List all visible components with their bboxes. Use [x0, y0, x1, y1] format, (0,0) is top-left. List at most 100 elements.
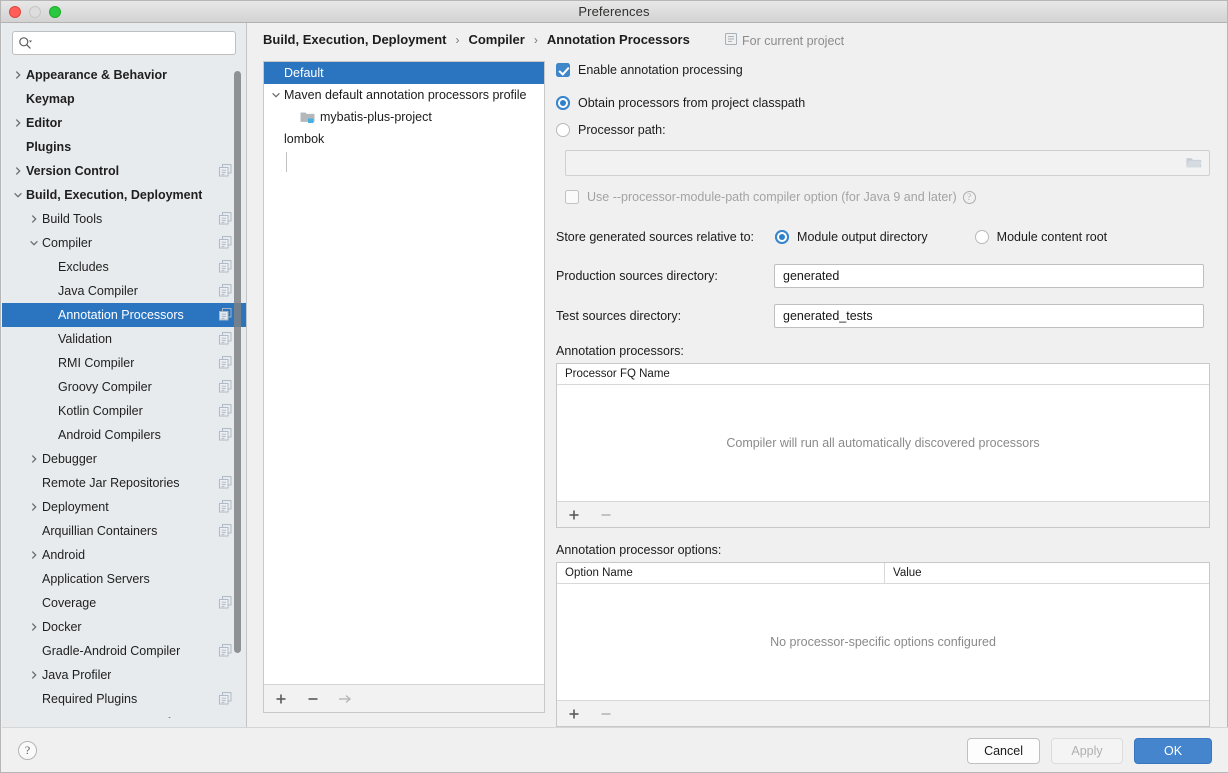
annotation-processor-settings: Enable annotation processing Obtain proc…	[556, 61, 1212, 727]
folder-icon[interactable]	[1185, 155, 1203, 171]
sidebar-item-application-servers[interactable]: Application Servers	[2, 567, 246, 591]
profile-list-item[interactable]: mybatis-plus-project	[264, 106, 544, 128]
project-scope-icon	[219, 500, 232, 513]
sidebar-item-groovy-compiler[interactable]: Groovy Compiler	[2, 375, 246, 399]
module-output-directory-radio[interactable]	[775, 230, 790, 244]
chevron-right-icon[interactable]	[26, 499, 42, 515]
chevron-down-icon[interactable]	[268, 90, 284, 100]
sidebar-item-coverage[interactable]: Coverage	[2, 591, 246, 615]
sidebar-item-java-profiler[interactable]: Java Profiler	[2, 663, 246, 687]
remove-profile-button[interactable]	[304, 690, 322, 708]
sidebar-item-arquillian-containers[interactable]: Arquillian Containers	[2, 519, 246, 543]
sidebar-item-label: RMI Compiler	[58, 356, 135, 370]
apply-button[interactable]: Apply	[1051, 738, 1123, 764]
cancel-button[interactable]: Cancel	[967, 738, 1040, 764]
enable-annotation-processing-row[interactable]: Enable annotation processing	[556, 61, 1212, 79]
add-profile-button[interactable]	[272, 690, 290, 708]
sidebar-item-label: Plugins	[26, 140, 72, 154]
project-scope-icon	[219, 332, 232, 345]
module-output-directory-label: Module output directory	[797, 230, 928, 244]
sidebar-item-java-compiler[interactable]: Java Compiler	[2, 279, 246, 303]
profile-list-item[interactable]: Default	[264, 62, 544, 84]
remove-option-button[interactable]	[597, 705, 615, 723]
chevron-right-icon[interactable]	[26, 547, 42, 563]
sidebar-item-kotlin-compiler[interactable]: Kotlin Compiler	[2, 399, 246, 423]
search-box[interactable]	[12, 31, 236, 55]
test-sources-input[interactable]: generated_tests	[774, 304, 1204, 328]
sidebar-item-build-execution-deployment[interactable]: Build, Execution, Deployment	[2, 183, 246, 207]
column-header-processor-fq-name[interactable]: Processor FQ Name	[557, 364, 1209, 384]
project-scope-icon	[219, 236, 232, 249]
move-to-profile-arrow-icon[interactable]	[336, 690, 354, 708]
sidebar-item-build-tools[interactable]: Build Tools	[2, 207, 246, 231]
search-input[interactable]	[37, 36, 235, 50]
obtain-from-classpath-row[interactable]: Obtain processors from project classpath	[556, 94, 1212, 112]
project-scope-icon	[725, 33, 737, 48]
column-header-option-name[interactable]: Option Name	[557, 563, 884, 583]
annotation-processors-label: Annotation processors:	[556, 344, 684, 358]
chevron-right-icon[interactable]	[26, 451, 42, 467]
profiles-list[interactable]: Default Maven default annotation processo…	[264, 62, 544, 684]
sidebar-item-excludes[interactable]: Excludes	[2, 255, 246, 279]
sidebar-item-rmi-compiler[interactable]: RMI Compiler	[2, 351, 246, 375]
sidebar-item-debugger[interactable]: Debugger	[2, 447, 246, 471]
sidebar-item-validation[interactable]: Validation	[2, 327, 246, 351]
sidebar-item-label: Gradle-Android Compiler	[42, 644, 181, 658]
module-content-root-radio[interactable]	[974, 230, 989, 244]
chevron-down-icon[interactable]	[10, 187, 26, 203]
annotation-processors-empty-text: Compiler will run all automatically disc…	[726, 436, 1040, 450]
remove-processor-button[interactable]	[597, 506, 615, 524]
production-sources-input[interactable]: generated	[774, 264, 1204, 288]
processor-module-path-row: Use --processor-module-path compiler opt…	[565, 188, 1212, 206]
sidebar-item-gradle-android-compiler[interactable]: Gradle-Android Compiler	[2, 639, 246, 663]
sidebar-item-version-control[interactable]: Version Control	[2, 159, 246, 183]
help-button[interactable]: ?	[18, 741, 37, 760]
processor-path-row[interactable]: Processor path:	[556, 121, 1212, 139]
maximize-window-button[interactable]	[49, 6, 61, 18]
add-processor-button[interactable]	[565, 506, 583, 524]
sidebar-scrollbar[interactable]	[234, 71, 241, 653]
profile-list-item[interactable]: Maven default annotation processors prof…	[264, 84, 544, 106]
processor-module-path-checkbox	[565, 190, 579, 204]
column-header-value[interactable]: Value	[884, 563, 1209, 583]
sidebar-item-docker[interactable]: Docker	[2, 615, 246, 639]
profile-list-item[interactable]: lombok	[264, 128, 544, 150]
breadcrumb-segment[interactable]: Compiler	[468, 32, 524, 47]
help-icon[interactable]: ?	[962, 190, 976, 204]
chevron-right-icon[interactable]	[26, 211, 42, 227]
close-window-button[interactable]	[9, 6, 21, 18]
processor-options-empty-text: No processor-specific options configured	[770, 635, 996, 649]
sidebar-item-deployment[interactable]: Deployment	[2, 495, 246, 519]
processor-path-radio[interactable]	[556, 123, 570, 137]
chevron-right-icon[interactable]	[10, 163, 26, 179]
ok-button[interactable]: OK	[1134, 738, 1212, 764]
add-option-button[interactable]	[565, 705, 583, 723]
sidebar-item-android-compilers[interactable]: Android Compilers	[2, 423, 246, 447]
sidebar-item-annotation-processors[interactable]: Annotation Processors	[2, 303, 246, 327]
enable-annotation-processing-checkbox[interactable]	[556, 63, 570, 77]
sidebar-item-plugins[interactable]: Plugins	[2, 135, 246, 159]
sidebar-item-editor[interactable]: Editor	[2, 111, 246, 135]
chevron-right-icon[interactable]	[10, 115, 26, 131]
sidebar-item-appearance-behavior[interactable]: Appearance & Behavior	[2, 63, 246, 87]
chevron-right-icon[interactable]	[10, 67, 26, 83]
project-scope-icon	[219, 308, 232, 321]
breadcrumb-segment[interactable]: Build, Execution, Deployment	[263, 32, 446, 47]
sidebar-item-label: Build Tools	[42, 212, 103, 226]
chevron-down-icon[interactable]	[26, 235, 42, 251]
minimize-window-button[interactable]	[29, 6, 41, 18]
chevron-right-icon[interactable]	[26, 667, 42, 683]
sidebar-item-keymap[interactable]: Keymap	[2, 87, 246, 111]
sidebar-item-required-plugins[interactable]: Required Plugins	[2, 687, 246, 711]
sidebar-item-android[interactable]: Android	[2, 543, 246, 567]
obtain-from-classpath-radio[interactable]	[556, 96, 570, 110]
processor-path-field[interactable]	[565, 150, 1210, 176]
chevron-right-icon[interactable]	[26, 619, 42, 635]
project-scope-icon	[219, 260, 232, 273]
breadcrumb-segment: Annotation Processors	[546, 32, 690, 47]
sidebar-item-remote-jar-repositories[interactable]: Remote Jar Repositories	[2, 471, 246, 495]
sidebar-item-compiler[interactable]: Compiler	[2, 231, 246, 255]
